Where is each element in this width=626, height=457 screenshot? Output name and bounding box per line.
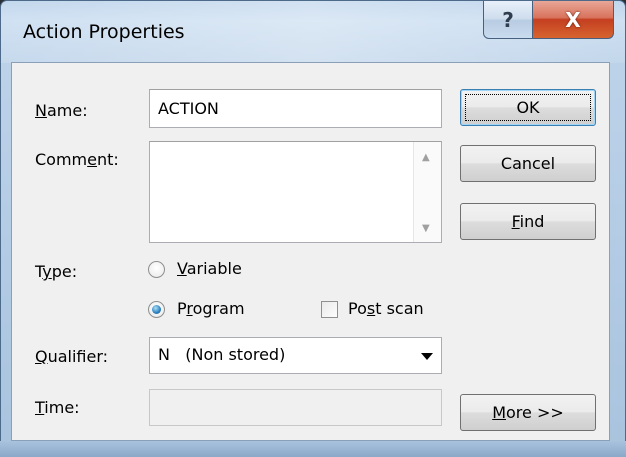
name-label: Name: — [35, 101, 88, 120]
radio-selected-dot — [152, 305, 161, 314]
close-button[interactable]: X — [532, 1, 614, 39]
program-radio-label[interactable]: Program — [177, 299, 245, 318]
dialog-client-area: Name: ACTION Comment: ▲ ▼ OK Cancel Find… — [11, 62, 610, 441]
post-scan-label[interactable]: Post scan — [348, 299, 424, 318]
post-scan-checkbox[interactable] — [321, 301, 338, 318]
chevron-down-icon[interactable] — [421, 353, 433, 360]
window-bottom-border — [0, 441, 626, 457]
scroll-down-arrow-icon[interactable]: ▼ — [422, 223, 430, 234]
variable-radio[interactable] — [148, 261, 165, 278]
time-input — [149, 389, 442, 426]
comment-label: Comment: — [35, 150, 119, 169]
cancel-button-label: Cancel — [500, 154, 556, 173]
time-label: Time: — [35, 398, 80, 417]
cancel-button[interactable]: Cancel — [460, 145, 596, 182]
ok-button[interactable]: OK — [460, 89, 596, 126]
help-button[interactable]: ? — [483, 1, 533, 39]
find-button[interactable]: Find — [460, 203, 596, 240]
comment-textarea[interactable]: ▲ ▼ — [149, 141, 442, 243]
qualifier-label: Qualifier: — [35, 347, 109, 366]
variable-radio-label[interactable]: Variable — [177, 259, 242, 278]
close-icon: X — [565, 7, 581, 32]
more-button-label: More >> — [492, 403, 564, 422]
name-input[interactable]: ACTION — [149, 89, 442, 128]
comment-scrollbar[interactable]: ▲ ▼ — [413, 142, 441, 242]
focus-ring — [465, 94, 591, 121]
more-button[interactable]: More >> — [460, 394, 596, 431]
program-radio[interactable] — [148, 301, 165, 318]
qualifier-dropdown[interactable]: N (Non stored) — [149, 337, 442, 374]
scroll-up-arrow-icon[interactable]: ▲ — [422, 152, 430, 163]
find-button-label: Find — [511, 212, 545, 231]
type-label: Type: — [35, 262, 78, 281]
qualifier-selected-value: N (Non stored) — [158, 345, 286, 364]
name-input-value: ACTION — [158, 99, 219, 118]
help-icon: ? — [502, 7, 514, 32]
window-title: Action Properties — [23, 21, 185, 43]
